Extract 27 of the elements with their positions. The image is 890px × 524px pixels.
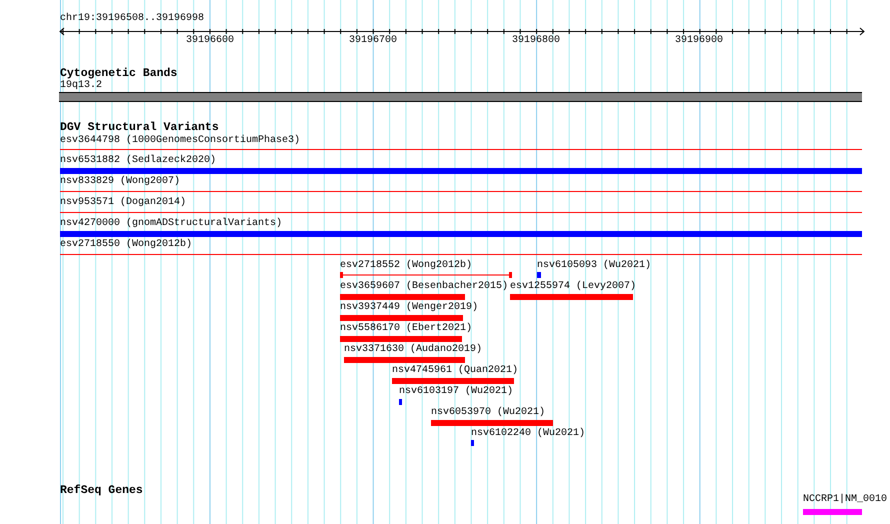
tick-label: 39196700 [349,36,397,46]
track-title: Cytogenetic Bands [60,68,178,80]
feature-label: nsv6531882 (Sedlazeck2020) [60,156,216,166]
feature-label: nsv5586170 (Ebert2021) [340,324,472,334]
tick-label: 39196900 [675,36,723,46]
feature-label: nsv6102240 (Wu2021) [471,429,586,439]
feature-label: esv3644798 (1000GenomesConsortiumPhase3) [60,136,300,146]
feature-label: nsv3371630 (Audano2019) [344,345,482,355]
feature-label: nsv6103197 (Wu2021) [399,387,514,397]
feature-label: nsv6053970 (Wu2021) [431,408,546,418]
feature-label: nsv4270000 (gnomADStructuralVariants) [60,219,282,229]
feature-label: 19q13.2 [60,81,102,91]
feature-label: NCCRP1|NM_0010 [803,495,888,505]
tick-label: 39196800 [512,36,560,46]
tick-label: 39196600 [186,36,234,46]
feature-label: nsv833829 (Wong2007) [60,177,180,187]
feature-label: nsv4745961 (Quan2021) [392,366,518,376]
feature-label: nsv6105093 (Wu2021) [537,261,652,271]
feature-label: esv3659607 (Besenbacher2015) [340,282,508,292]
track-title: DGV Structural Variants [60,122,219,134]
feature-label: esv2718552 (Wong2012b) [340,261,472,271]
feature-label: esv1255974 (Levy2007) [510,282,636,292]
feature-label: nsv3937449 (Wenger2019) [340,303,478,313]
feature-label: esv2718550 (Wong2012b) [60,240,192,250]
location-label: chr19:39196508..39196998 [60,14,204,24]
track-title: RefSeq Genes [60,485,143,497]
feature-label: nsv953571 (Dogan2014) [60,198,186,208]
